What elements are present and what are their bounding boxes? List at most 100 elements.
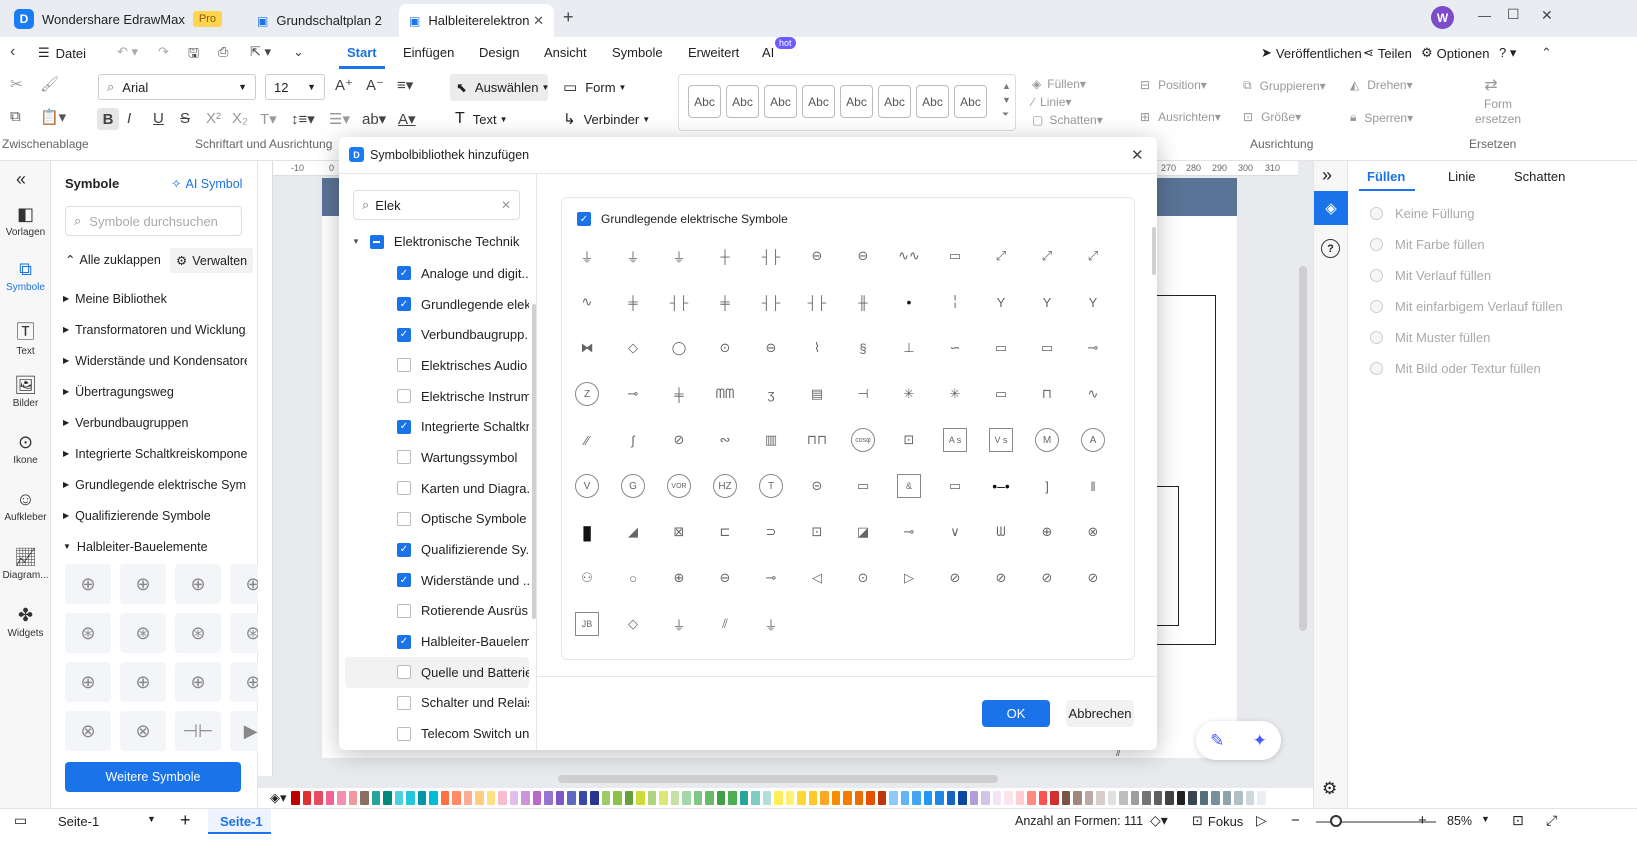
- checkbox-unchecked-icon[interactable]: [397, 695, 411, 710]
- export-icon[interactable]: ⇱ ▾: [250, 44, 271, 60]
- zoom-in-icon[interactable]: +: [1418, 812, 1427, 829]
- schematic-symbol-icon[interactable]: ⊣: [848, 379, 878, 409]
- color-swatch[interactable]: [498, 791, 507, 805]
- color-swatch[interactable]: [728, 791, 737, 805]
- color-swatch[interactable]: [429, 791, 438, 805]
- color-swatch[interactable]: [900, 791, 909, 805]
- library-check-item[interactable]: ✓ Widerstände und ...: [345, 565, 529, 596]
- close-tab-icon[interactable]: ✕: [533, 13, 544, 29]
- checkbox-unchecked-icon[interactable]: [397, 726, 411, 741]
- style-swatch[interactable]: Abc: [878, 85, 911, 118]
- color-swatch[interactable]: [1245, 791, 1254, 805]
- checkbox-unchecked-icon[interactable]: [397, 450, 411, 465]
- color-swatch[interactable]: [1222, 791, 1231, 805]
- schematic-symbol-icon[interactable]: ⤢: [1032, 241, 1062, 271]
- align-icon[interactable]: ≡▾: [397, 76, 413, 94]
- color-swatch[interactable]: [992, 791, 1001, 805]
- schematic-symbol-icon[interactable]: ⏚: [572, 241, 602, 271]
- style-swatch[interactable]: Abc: [764, 85, 797, 118]
- schematic-symbol-icon[interactable]: ]: [1032, 471, 1062, 501]
- schematic-symbol-icon[interactable]: ⊘: [664, 425, 694, 455]
- library-item[interactable]: ▶ Verbundbaugruppen: [51, 407, 247, 438]
- color-swatch[interactable]: [693, 791, 702, 805]
- add-page-icon[interactable]: +: [180, 810, 191, 831]
- select-tool-button[interactable]: ⬉ Auswählen ▼: [450, 74, 549, 101]
- schematic-symbol-icon[interactable]: ⧓: [572, 333, 602, 363]
- schematic-symbol-icon[interactable]: G: [618, 471, 648, 501]
- schematic-symbol-icon[interactable]: Y: [1078, 287, 1108, 317]
- schematic-symbol-icon[interactable]: ∿: [1078, 379, 1108, 409]
- help-icon[interactable]: ? ▾: [1499, 45, 1516, 61]
- library-check-item[interactable]: Elektrische Instrum...: [345, 381, 529, 412]
- color-swatch[interactable]: [682, 791, 691, 805]
- undo-icon[interactable]: ↶ ▾: [117, 44, 138, 60]
- schematic-symbol-icon[interactable]: ▭: [848, 471, 878, 501]
- collapse-all-button[interactable]: ⌃ Alle zuklappen: [65, 252, 161, 268]
- font-color-icon[interactable]: A▾: [398, 110, 416, 128]
- schematic-symbol-icon[interactable]: ◯: [664, 333, 694, 363]
- schematic-symbol-icon[interactable]: ⊡: [802, 517, 832, 547]
- horizontal-scrollbar[interactable]: [558, 775, 998, 783]
- schematic-symbol-icon[interactable]: ⊡: [894, 425, 924, 455]
- schematic-symbol-icon[interactable]: ⊙: [710, 333, 740, 363]
- print-icon[interactable]: ⎙: [218, 44, 228, 60]
- chevron-down-icon[interactable]: ▼: [1481, 814, 1490, 824]
- fill-option-texture[interactable]: Mit Bild oder Textur füllen: [1370, 353, 1630, 384]
- file-menu[interactable]: ☰ Datei: [38, 45, 86, 61]
- schematic-symbol-icon[interactable]: ⊘: [940, 563, 970, 593]
- ok-button[interactable]: OK: [982, 700, 1050, 727]
- size-button[interactable]: ⊡ Größe ▾: [1243, 110, 1301, 124]
- library-item[interactable]: ▶ Qualifizierende Symbole: [51, 500, 247, 531]
- schematic-symbol-icon[interactable]: ╪: [618, 287, 648, 317]
- transistor-shape[interactable]: ⊕: [120, 564, 166, 604]
- color-swatch[interactable]: [1107, 791, 1116, 805]
- schematic-symbol-icon[interactable]: ∿: [572, 287, 602, 317]
- schematic-symbol-icon[interactable]: V: [572, 471, 602, 501]
- schematic-symbol-icon[interactable]: ⊓⊓: [802, 425, 832, 455]
- fill-option-pattern[interactable]: Mit Muster füllen: [1370, 322, 1630, 353]
- color-swatch[interactable]: [486, 791, 495, 805]
- color-swatch[interactable]: [820, 791, 829, 805]
- schematic-symbol-icon[interactable]: ◪: [848, 517, 878, 547]
- schematic-symbol-icon[interactable]: Y: [986, 287, 1016, 317]
- color-swatch[interactable]: [877, 791, 886, 805]
- collapse-ribbon-icon[interactable]: ⌃: [1541, 45, 1552, 61]
- rail-aufkleber[interactable]: ☺ Aufkleber: [0, 489, 51, 523]
- color-swatch[interactable]: [1061, 791, 1070, 805]
- color-swatch[interactable]: [452, 791, 461, 805]
- schematic-symbol-icon[interactable]: ▭: [940, 471, 970, 501]
- color-swatch[interactable]: [406, 791, 415, 805]
- expand-panel-icon[interactable]: »: [1322, 165, 1332, 186]
- color-swatch[interactable]: [751, 791, 760, 805]
- clear-search-icon[interactable]: ✕: [501, 198, 511, 212]
- schematic-symbol-icon[interactable]: JB: [572, 609, 602, 639]
- schematic-symbol-icon[interactable]: ╪: [710, 287, 740, 317]
- color-swatch[interactable]: [337, 791, 346, 805]
- schematic-symbol-icon[interactable]: ⊖: [802, 241, 832, 271]
- color-swatch[interactable]: [808, 791, 817, 805]
- paste-icon[interactable]: 📋▾: [40, 108, 66, 126]
- schematic-symbol-icon[interactable]: ⏚: [664, 609, 694, 639]
- rail-bilder[interactable]: 🖼︎ Bilder: [0, 375, 51, 409]
- library-item[interactable]: ▶ Transformatoren und Wicklung...: [51, 314, 247, 345]
- schematic-symbol-icon[interactable]: ⊠: [664, 517, 694, 547]
- schematic-symbol-icon[interactable]: ┤├: [756, 241, 786, 271]
- color-swatch[interactable]: [509, 791, 518, 805]
- schematic-symbol-icon[interactable]: ◁: [802, 563, 832, 593]
- bullets-icon[interactable]: ☰▾: [329, 110, 350, 128]
- color-swatch[interactable]: [1038, 791, 1047, 805]
- color-swatch[interactable]: [636, 791, 645, 805]
- color-swatch[interactable]: [325, 791, 334, 805]
- checkbox-checked-icon[interactable]: ✓: [397, 266, 411, 281]
- transistor-shape[interactable]: ⊛: [65, 613, 111, 653]
- schematic-symbol-icon[interactable]: ⊕: [1032, 517, 1062, 547]
- schematic-symbol-icon[interactable]: ⊓: [1032, 379, 1062, 409]
- style-swatch[interactable]: Abc: [840, 85, 873, 118]
- menu-symbole[interactable]: Symbole: [612, 45, 663, 60]
- help-icon[interactable]: ?: [1321, 239, 1340, 258]
- play-icon[interactable]: ▷: [1256, 812, 1267, 829]
- color-swatch[interactable]: [1188, 791, 1197, 805]
- schematic-symbol-icon[interactable]: ◢: [618, 517, 648, 547]
- checkbox-unchecked-icon[interactable]: [397, 603, 411, 618]
- save-icon[interactable]: 🖫: [188, 44, 199, 66]
